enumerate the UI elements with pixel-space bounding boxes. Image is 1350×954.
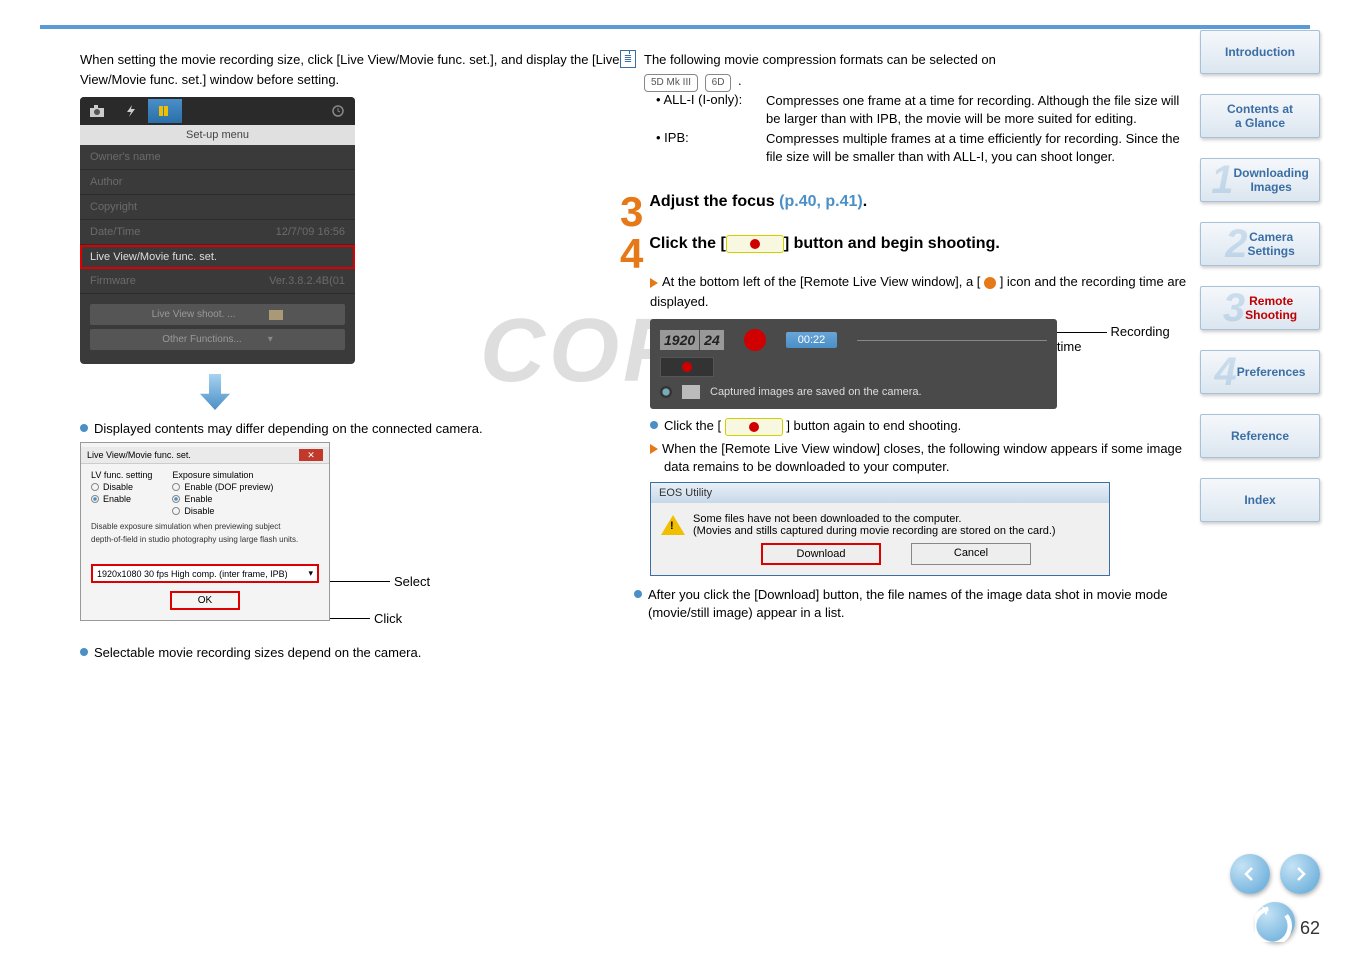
recording-panel: 192024 00:22 Captured images are saved o… — [650, 319, 1057, 409]
sidebar-item[interactable]: 1DownloadingImages — [1200, 158, 1320, 202]
arrow-down-icon — [200, 374, 230, 410]
enable-radio2: Enable — [184, 494, 212, 504]
radio-icon — [91, 495, 99, 503]
clock-tab-icon — [321, 99, 355, 123]
radio-icon — [91, 483, 99, 491]
sidebar-item[interactable]: Contents ata Glance — [1200, 94, 1320, 138]
page-number: 62 — [1300, 918, 1320, 939]
menu-row: FirmwareVer.3.8.2.4B(01 — [80, 269, 355, 294]
prev-page-button[interactable] — [1230, 854, 1270, 894]
sidebar-item[interactable]: Index — [1200, 478, 1320, 522]
capture-caption: Captured images are saved on the camera. — [710, 386, 922, 398]
click-callout: Click — [374, 611, 402, 626]
warning-icon — [661, 515, 685, 535]
step-3-title: Adjust the focus (p.40, p.41). — [649, 193, 867, 210]
eos-msg1: Some files have not been downloaded to t… — [693, 513, 1099, 525]
selectable-note: Selectable movie recording sizes depend … — [80, 644, 620, 662]
right-column: ≣ The following movie compression format… — [620, 50, 1190, 627]
dialog-title: Live View/Movie func. set. — [87, 450, 191, 460]
dialog-note1: Disable exposure simulation when preview… — [91, 522, 319, 531]
download-button: Download — [761, 543, 881, 565]
step4-line1a: At the bottom left of the [Remote Live V… — [662, 274, 980, 289]
menu-tabs — [80, 97, 355, 125]
step4-line2: Click the [ ] button again to end shooti… — [650, 417, 1190, 436]
exposure-label: Exposure simulation — [172, 470, 273, 480]
radio-icon — [172, 483, 180, 491]
step4-line3: When the [Remote Live View window] close… — [650, 440, 1190, 476]
sidebar-item[interactable]: Introduction — [1200, 30, 1320, 74]
intro-text: When setting the movie recording size, c… — [80, 50, 620, 89]
eos-utility-dialog: EOS Utility Some files have not been dow… — [650, 482, 1110, 576]
chevron-down-icon: ▾ — [308, 568, 313, 579]
menu-row: Date/Time12/7/'09 16:56 — [80, 220, 355, 245]
model-tag-5d: 5D Mk III — [644, 74, 698, 92]
funcset-dialog-screenshot: Live View/Movie func. set. ✕ LV func. set… — [80, 442, 330, 621]
record-dot-icon — [984, 277, 996, 289]
compression-intro: The following movie compression formats … — [644, 52, 996, 67]
radio-icon — [172, 507, 180, 515]
menu-row: Owner's name — [80, 145, 355, 170]
resolution-badge: 192024 — [660, 332, 724, 348]
sidebar-item[interactable]: 3RemoteShooting — [1200, 286, 1320, 330]
memory-card-icon — [682, 385, 700, 399]
recording-time-label: Recording time — [1057, 324, 1170, 354]
live-view-shoot-button: Live View shoot. ... — [90, 304, 345, 325]
record-button-icon — [726, 235, 784, 253]
other-functions-button: Other Functions...▾ — [90, 329, 345, 350]
enable-dof-radio: Enable (DOF preview) — [184, 482, 273, 492]
movie-icon — [269, 310, 283, 320]
radio-icon — [660, 386, 672, 398]
sidebar-item[interactable]: 2CameraSettings — [1200, 222, 1320, 266]
select-callout: Select — [394, 574, 430, 589]
record-button-icon — [725, 418, 783, 436]
enable-radio: Enable — [103, 494, 131, 504]
record-button-small — [660, 357, 714, 377]
sidebar-nav: Introduction Contents ata Glance 1Download… — [1200, 30, 1325, 542]
step-3-number: 3 — [620, 193, 643, 231]
eos-title: EOS Utility — [651, 483, 1109, 503]
camera-tab-icon — [80, 99, 114, 123]
displayed-note: Displayed contents may differ depending … — [80, 420, 620, 438]
menu-row: Live View/Movie func. set. — [80, 245, 355, 269]
top-rule — [40, 25, 1310, 29]
flash-tab-icon — [114, 99, 148, 123]
after-download-note: After you click the [Download] button, t… — [634, 586, 1190, 622]
codec-row: • ALL-I (I-only):Compresses one frame at… — [656, 92, 1190, 128]
step-4-title: Click the [] button and begin shooting. — [649, 235, 999, 252]
sidebar-item[interactable]: 4Preferences — [1200, 350, 1320, 394]
ok-button: OK — [170, 591, 240, 610]
movie-size-select: 1920x1080 30 fps High comp. (inter frame… — [91, 564, 319, 583]
page-link[interactable]: (p.40, p.41) — [779, 193, 863, 210]
sidebar-item[interactable]: Reference — [1200, 414, 1320, 458]
arrow-right-icon — [650, 444, 658, 454]
arrow-right-icon — [650, 278, 658, 288]
time-badge: 00:22 — [786, 332, 838, 348]
close-icon: ✕ — [299, 449, 323, 461]
setup-menu-screenshot: Set-up menu Owner's nameAuthorCopyrightD… — [80, 97, 355, 364]
menu-row: Copyright — [80, 195, 355, 220]
menu-header: Set-up menu — [80, 125, 355, 145]
cancel-button: Cancel — [911, 543, 1031, 565]
model-tag-6d: 6D — [705, 74, 732, 92]
tools-tab-icon — [148, 99, 182, 123]
next-page-button[interactable] — [1280, 854, 1320, 894]
nav-circles — [1230, 854, 1320, 894]
radio-icon — [172, 495, 180, 503]
disable-radio: Disable — [103, 482, 133, 492]
back-button[interactable] — [1255, 902, 1295, 942]
step-4-number: 4 — [620, 235, 643, 273]
eos-msg2: (Movies and stills captured during movie… — [693, 525, 1099, 537]
dialog-note2: depth-of-field in studio photography usi… — [91, 535, 319, 544]
disable-radio2: Disable — [184, 506, 214, 516]
menu-row: Author — [80, 170, 355, 195]
lv-func-label: LV func. setting — [91, 470, 152, 480]
codec-row: • IPB:Compresses multiple frames at a ti… — [656, 130, 1190, 166]
info-icon: ≣ — [620, 50, 636, 68]
left-column: When setting the movie recording size, c… — [80, 50, 620, 666]
record-dot-icon — [744, 329, 766, 351]
